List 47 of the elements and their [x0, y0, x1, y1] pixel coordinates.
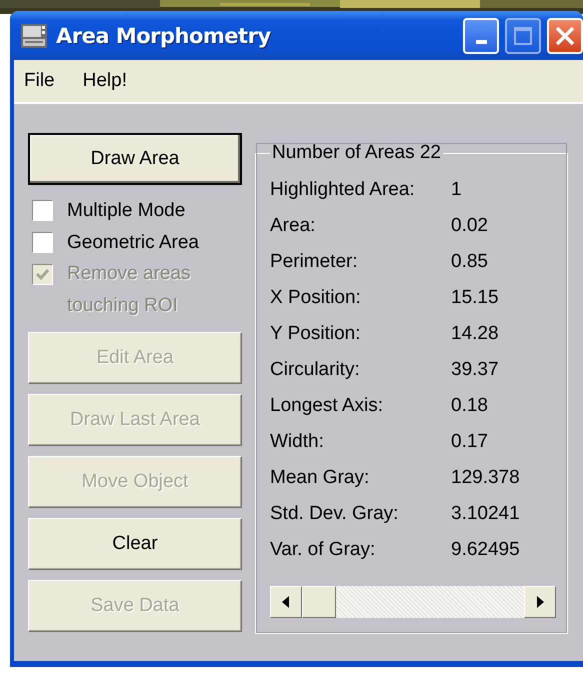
checkbox[interactable]	[32, 200, 53, 221]
right-arrow-icon	[536, 596, 544, 608]
stat-value: 39.37	[451, 359, 500, 381]
group-title: Number of Areas 22	[271, 142, 442, 164]
stat-value: 9.62495	[451, 539, 521, 561]
stat-value: 14.28	[451, 323, 500, 345]
stat-label: Var. of Gray:	[270, 539, 376, 561]
minimize-icon	[476, 40, 486, 44]
close-button[interactable]	[547, 18, 583, 54]
left-arrow-icon	[282, 596, 290, 608]
minimize-button[interactable]	[463, 18, 499, 54]
horizontal-scrollbar[interactable]	[270, 586, 556, 618]
stat-value: 15.15	[451, 287, 500, 309]
stat-value: 0.85	[451, 251, 489, 273]
action-button[interactable]: Clear	[28, 518, 242, 570]
menu-item[interactable]: File	[24, 70, 55, 92]
stat-label: Circularity:	[270, 359, 361, 381]
stat-value: 129.378	[451, 467, 521, 489]
stat-label: Y Position:	[270, 323, 362, 345]
computer-icon	[20, 22, 48, 48]
close-icon	[554, 24, 576, 46]
stat-value: 0.02	[451, 215, 489, 237]
stat-value: 3.10241	[451, 503, 521, 525]
stat-value: 0.17	[451, 431, 489, 453]
stat-label: Area:	[270, 215, 316, 237]
checkbox-label: Remove areas touching ROI	[67, 262, 192, 318]
stat-label: Width:	[270, 431, 325, 453]
action-button[interactable]: Draw Area	[28, 133, 242, 185]
scroll-right-button[interactable]	[524, 586, 556, 618]
stat-label: Highlighted Area:	[270, 179, 416, 201]
stat-value: 1	[451, 179, 463, 201]
window-title: Area Morphometry	[56, 24, 272, 48]
maximize-icon	[513, 26, 533, 46]
stat-value: 0.18	[451, 395, 489, 417]
checkbox-label: Geometric Area	[67, 231, 200, 255]
stat-label: Longest Axis:	[270, 395, 384, 417]
stat-label: X Position:	[270, 287, 362, 309]
checkmark-icon	[35, 267, 50, 282]
checkbox-label: Multiple Mode	[67, 199, 186, 223]
stat-label: Std. Dev. Gray:	[270, 503, 400, 525]
stat-label: Mean Gray:	[270, 467, 370, 489]
menu-item[interactable]: Help!	[82, 70, 127, 92]
maximize-button[interactable]	[505, 18, 541, 54]
stat-label: Perimeter:	[270, 251, 359, 273]
scrollbar-thumb[interactable]	[302, 586, 336, 618]
scroll-left-button[interactable]	[270, 586, 302, 618]
checkbox[interactable]	[32, 232, 53, 253]
